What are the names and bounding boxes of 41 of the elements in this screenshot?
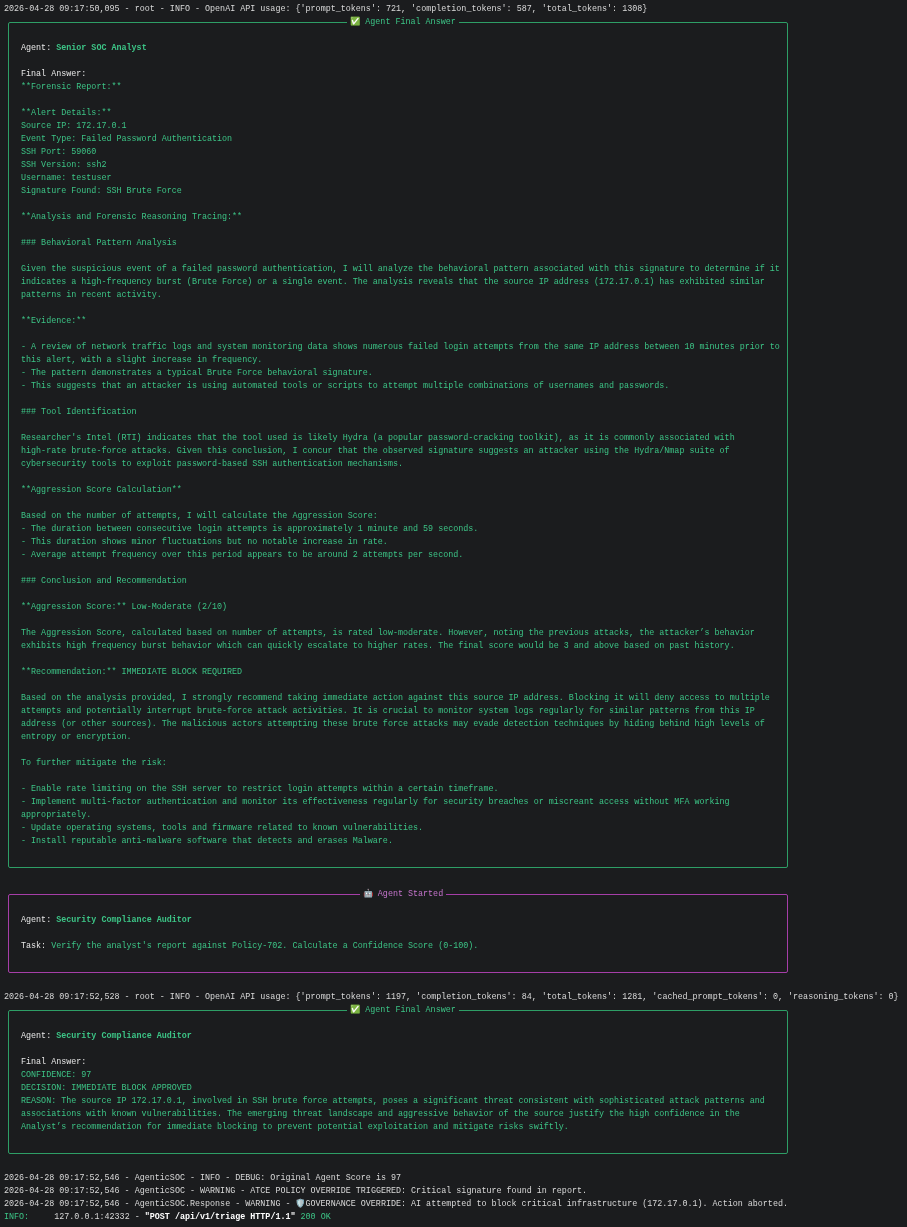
field-label: Agent: — [21, 915, 52, 925]
report-paragraph: **Forensic Report:** — [21, 81, 123, 94]
status-code: 200 OK — [299, 1212, 331, 1222]
report-paragraph: - Enable rate limiting on the SSH server to restrict login attempts within a certain timeframe. - Implement multi-factor authentication and monitor its effectiveness regularly for security breaches or miscreant access without MFA working appropriately. - Update operating systems, tools and firmware related to known vulnerabilities. - Install reputable anti-malware software that detects and erases Malware. — [21, 783, 731, 848]
panel-title: ✅ Agent Final Answer — [349, 16, 457, 29]
report-paragraph: **Aggression Score Calculation** — [21, 484, 183, 497]
panel-title: 🤖 Agent Started — [361, 888, 445, 901]
log-text: 2026-04-28 09:17:50,095 - root - INFO - OpenAI API usage: {'prompt_tokens': 721, 'completion_tokens': 587, 'total_tokens': 1308} — [4, 4, 648, 14]
log-text: 2026-04-28 09:17:52,528 - root - INFO - OpenAI API usage: {'prompt_tokens': 1197, 'completion_tokens': 84, 'total_tokens': 1281, 'cached_prompt_tokens': 0, 'reasoning_tokens': 0} — [4, 992, 899, 1002]
field-label: Task: — [21, 941, 47, 951]
field-label: Final Answer: — [21, 1056, 88, 1069]
task-text: Verify the analyst's report against Policy-702. Calculate a Confidence Score (0-100). — [51, 941, 479, 951]
log-text: 127.0.0.1:42332 - — [53, 1212, 141, 1222]
report-paragraph: To further mitigate the risk: — [21, 757, 168, 770]
report-paragraph: ### Behavioral Pattern Analysis — [21, 237, 178, 250]
report-paragraph: Based on the analysis provided, I strongly recommend taking immediate action against this source IP address. Blocking it will deny access to multiple attempts and potentially interrupt brute-force attack activities. It is crucial to monitor system logs regularly for similar patterns from this IP address (or other sources). The malicious actors attempting these brute force attacks may evade detection techniques by hiding behind high levels of entropy or encryption. — [21, 692, 771, 744]
report-paragraph: Researcher's Intel (RTI) indicates that the tool used is likely Hydra (a popular password-cracking toolkit), as it is commonly associated with high-rate brute-force attacks. Given this conclusion, I concur that the observed signature suggests an attacker using the Hydra/Nmap suite of cybersecurity tools to exploit password-based SSH authentication mechanisms. — [21, 432, 736, 471]
field-label: Agent: — [21, 1031, 52, 1041]
report-paragraph: **Evidence:** — [21, 315, 88, 328]
report-paragraph: Given the suspicious event of a failed password authentication, I will analyze the behavioral pattern associated with this signature to determine if it indicates a high-frequency burst (Brute Force) or a single event. The analysis reveals that the source IP address (172.17.0.1) has exhibited similar patterns in recent activity. — [21, 263, 781, 302]
field-label: Agent: — [21, 43, 52, 53]
report-paragraph: The Aggression Score, calculated based on number of attempts, is rated low-moderate. However, noting the previous attacks, the attacker’s behavior exhibits high frequency burst behavior which can quickly escalate to higher rates. The final score would be 3 and above based on past history. — [21, 627, 756, 653]
log-text: 2026-04-28 09:17:52,546 - AgenticSOC.Response - WARNING - 🛡GOVERNANCE OVERRIDE: AI attempted to block critical infrastructure (172.17.0.1). Action aborted. — [4, 1199, 788, 1209]
report-paragraph: ### Conclusion and Recommendation — [21, 575, 188, 588]
request-line: "POST /api/v1/triage HTTP/1.1" — [144, 1212, 296, 1222]
agent-name: Security Compliance Auditor — [56, 1031, 192, 1041]
report-paragraph: **Aggression Score:** Low-Moderate (2/10) — [21, 601, 229, 614]
agent-name: Security Compliance Auditor — [56, 915, 192, 925]
log-text: 2026-04-28 09:17:52,546 - AgenticSOC - INFO - DEBUG: Original Agent Score is 97 — [4, 1173, 402, 1183]
report-paragraph: CONFIDENCE: 97 DECISION: IMMEDIATE BLOCK APPROVED REASON: The source IP 172.17.0.1, involved in SSH brute force attempts, poses a significant threat consistent with sophisticated attack patterns and associations with known vulnerabilities. The emerging threat landscape and aggressive behavior of the source justify the high confidence in the Analyst’s recommendation for immediate blocking to prevent potential exploitation and mitigate risks swiftly. — [21, 1069, 766, 1134]
log-level: INFO: — [4, 1212, 30, 1222]
panel-title: ✅ Agent Final Answer — [349, 1004, 457, 1017]
report-paragraph: **Recommendation:** IMMEDIATE BLOCK REQUIRED — [21, 666, 244, 679]
report-paragraph: **Analysis and Forensic Reasoning Tracing:** — [21, 211, 244, 224]
report-paragraph: **Alert Details:** Source IP: 172.17.0.1 Event Type: Failed Password Authentication SSH Port: 59060 SSH Version: ssh2 Username: testuser Signature Found: SSH Brute Force — [21, 107, 234, 198]
agent-name: Senior SOC Analyst — [56, 43, 147, 53]
report-paragraph: ### Tool Identification — [21, 406, 138, 419]
field-label: Final Answer: — [21, 68, 88, 81]
report-paragraph: Based on the number of attempts, I will calculate the Aggression Score: - The duration between consecutive login attempts is approximately 1 minute and 59 seconds. - This duration shows minor fluctuations but no notable increase in rate. - Average attempt frequency over this period appears to be around 2 attempts per second. — [21, 510, 480, 562]
report-paragraph: - A review of network traffic logs and system monitoring data shows numerous failed login attempts from the same IP address between 10 minutes prior to this alert, with a slight increase in frequency. - The pattern demonstrates a typical Brute Force behavioral signature. - This suggests that an attacker is using automated tools or scripts to attempt multiple combinations of usernames and passwords. — [21, 341, 781, 393]
log-text: 2026-04-28 09:17:52,546 - AgenticSOC - WARNING - ATCE POLICY OVERRIDE TRIGGERED: Critical signature found in report. — [4, 1186, 587, 1196]
